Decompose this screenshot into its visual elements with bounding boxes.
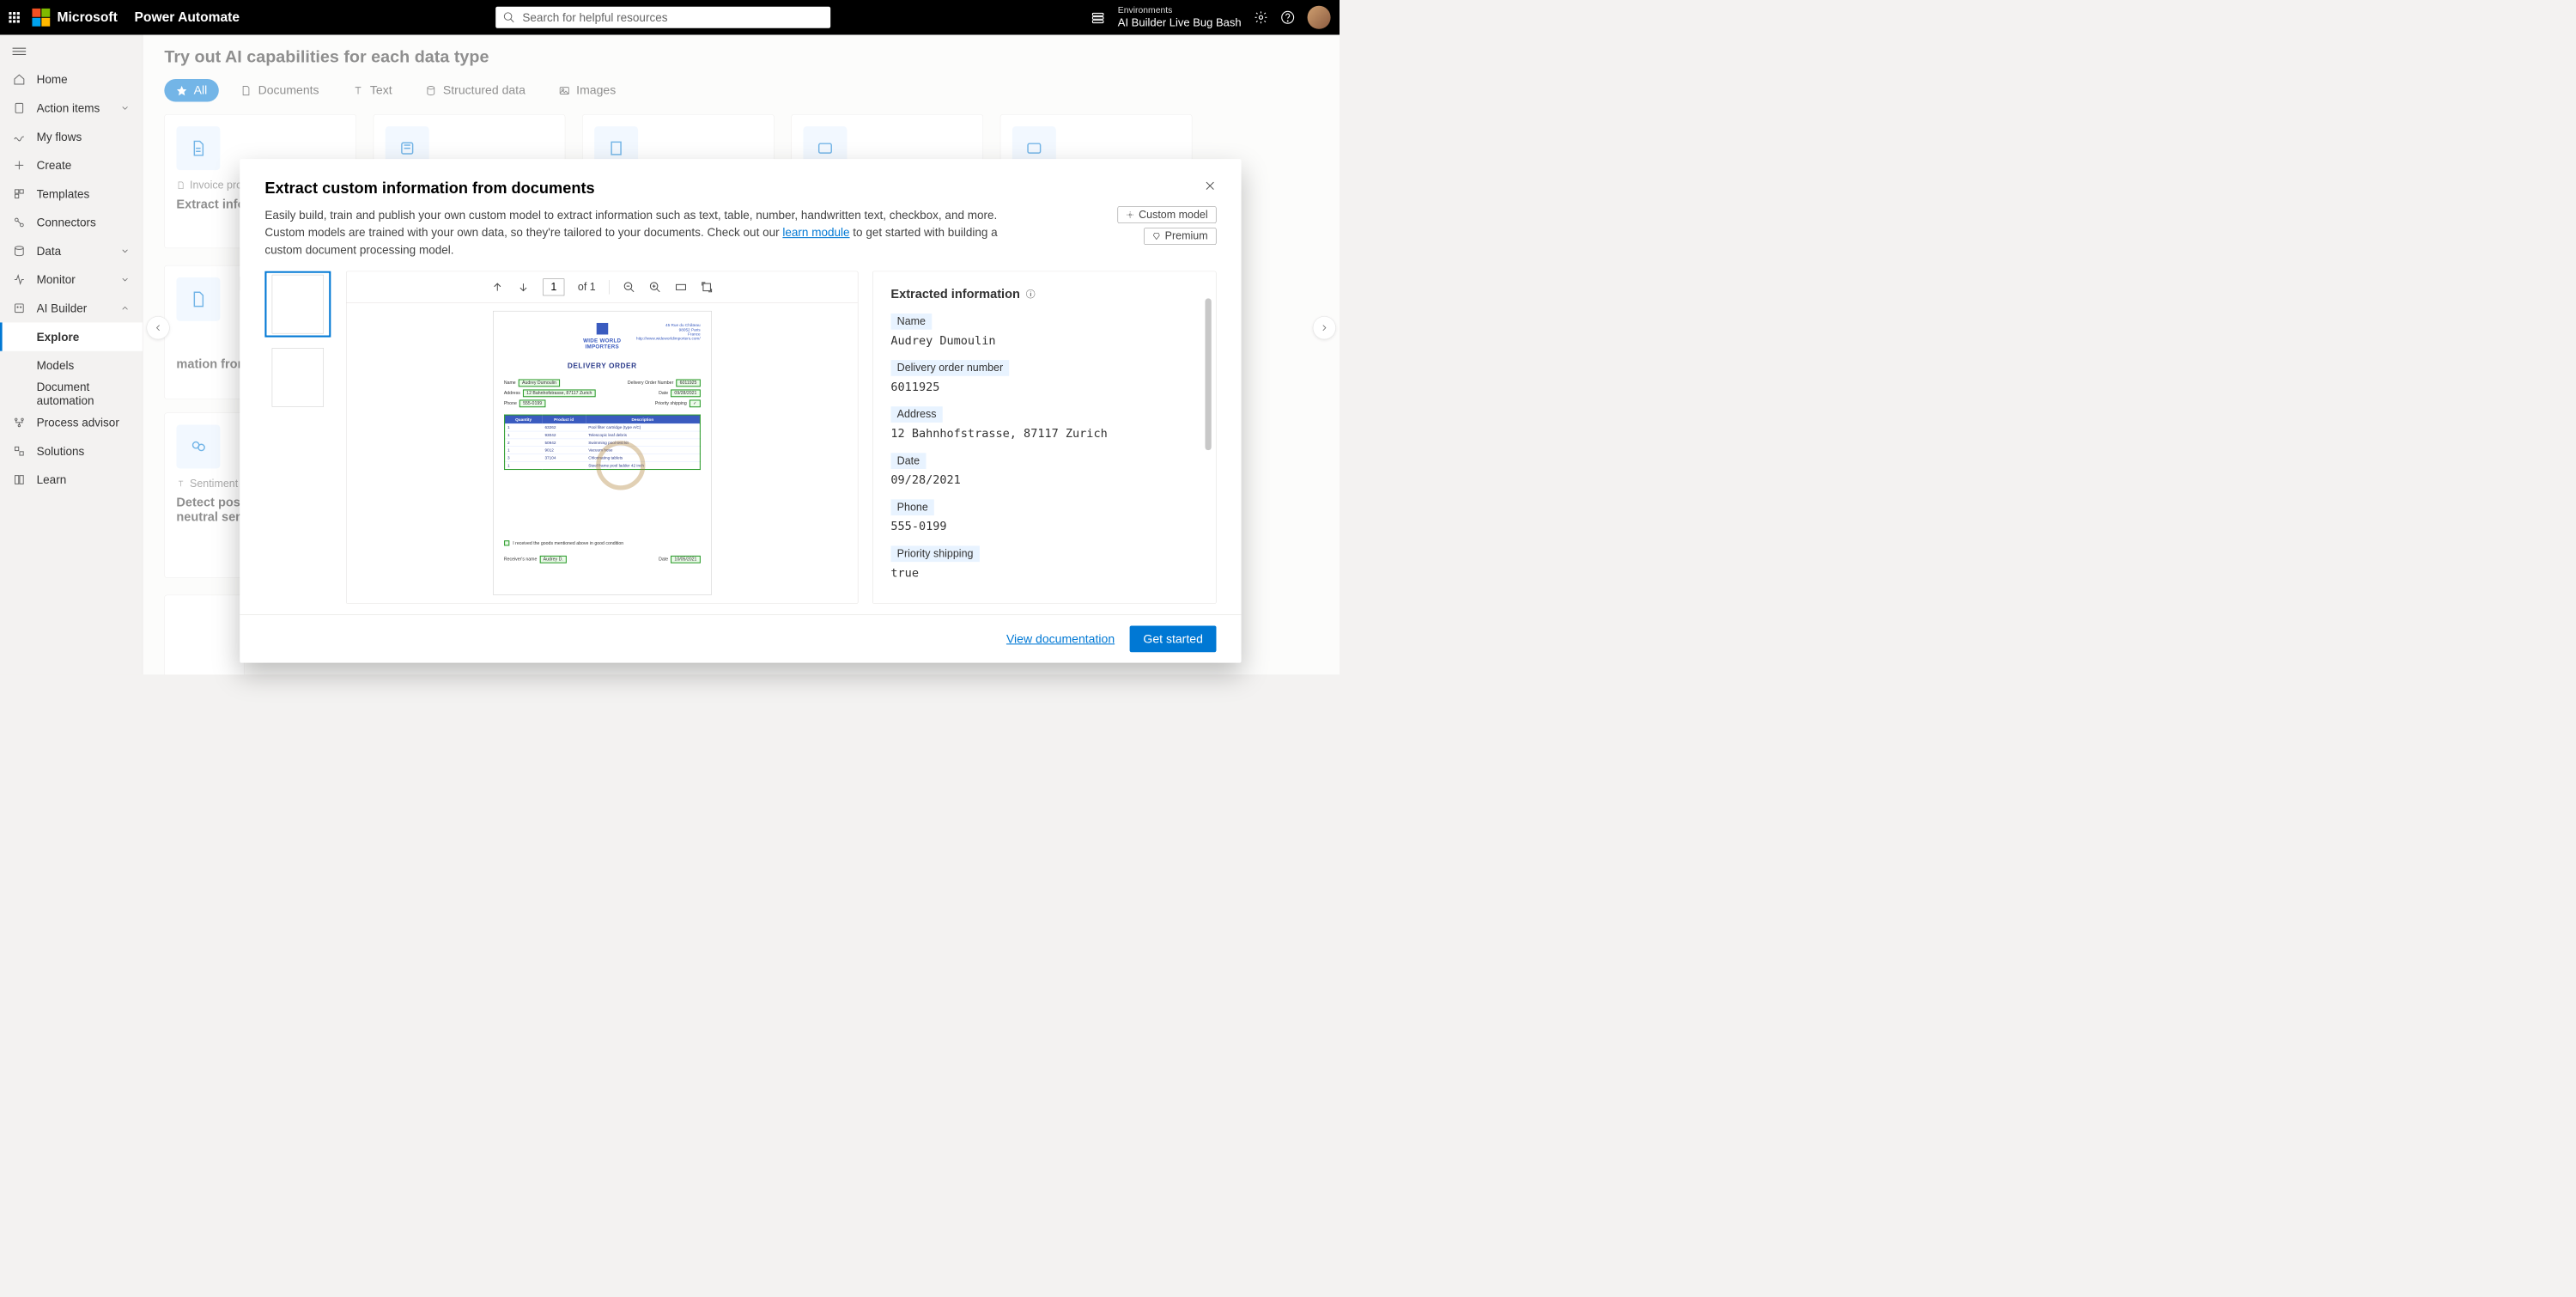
field-delivery-order-number: Delivery order number6011925 <box>890 360 1216 394</box>
document-viewer: of 1 45 Rue du Château 98052 Paris Franc… <box>346 271 858 604</box>
zoom-in-icon[interactable] <box>649 281 662 294</box>
nav-ai-builder[interactable]: AI Builder <box>0 294 143 322</box>
nav-home[interactable]: Home <box>0 65 143 94</box>
extracted-panel: Extracted information i NameAudrey Dumou… <box>872 271 1216 604</box>
learn-module-link[interactable]: learn module <box>782 226 849 240</box>
prev-page-icon[interactable] <box>491 281 504 294</box>
app-launcher-icon[interactable] <box>9 12 19 22</box>
field-date: Date09/28/2021 <box>890 453 1216 487</box>
nav-my-flows[interactable]: My flows <box>0 122 143 150</box>
nav-action-items[interactable]: Action items <box>0 94 143 122</box>
product-name: Power Automate <box>135 9 240 25</box>
nav-doc-automation[interactable]: Document automation <box>0 380 143 408</box>
microsoft-logo <box>32 9 50 27</box>
field-priority-shipping: Priority shippingtrue <box>890 545 1216 580</box>
modal-description: Easily build, train and publish your own… <box>240 206 1025 271</box>
field-name: NameAudrey Dumoulin <box>890 314 1216 348</box>
nav-connectors[interactable]: Connectors <box>0 208 143 236</box>
fit-width-icon[interactable] <box>675 281 688 294</box>
nav-learn[interactable]: Learn <box>0 466 143 494</box>
avatar[interactable] <box>1308 6 1331 29</box>
modal-title: Extract custom information from document… <box>264 180 1216 198</box>
field-address: Address12 Bahnhofstrasse, 87117 Zurich <box>890 406 1216 441</box>
extracted-heading: Extracted information i <box>890 287 1216 301</box>
get-started-button[interactable]: Get started <box>1130 626 1217 653</box>
nav-templates[interactable]: Templates <box>0 180 143 208</box>
nav-data[interactable]: Data <box>0 237 143 265</box>
page-total: of 1 <box>578 281 596 294</box>
premium-badge: Premium <box>1144 228 1216 245</box>
custom-model-badge: Custom model <box>1118 206 1217 223</box>
close-button[interactable] <box>1204 180 1217 194</box>
view-documentation-link[interactable]: View documentation <box>1006 632 1115 646</box>
nav-monitor[interactable]: Monitor <box>0 265 143 294</box>
extract-modal: Extract custom information from document… <box>240 159 1241 663</box>
search-box[interactable]: Search for helpful resources <box>495 7 830 28</box>
modal-footer: View documentation Get started <box>240 615 1241 663</box>
page-thumbnails <box>264 271 331 604</box>
field-phone: Phone555-0199 <box>890 499 1216 533</box>
nav-models[interactable]: Models <box>0 351 143 380</box>
environments-icon[interactable] <box>1091 10 1106 25</box>
zoom-out-icon[interactable] <box>623 281 635 294</box>
document-page[interactable]: 45 Rue du Château 98052 Paris France htt… <box>493 311 712 595</box>
scrollbar[interactable] <box>1205 298 1211 450</box>
nav-explore[interactable]: Explore <box>0 322 143 350</box>
viewer-toolbar: of 1 <box>347 271 858 302</box>
global-header: Microsoft Power Automate Search for help… <box>0 0 1340 35</box>
nav-solutions[interactable]: Solutions <box>0 437 143 466</box>
settings-icon[interactable] <box>1254 10 1268 25</box>
info-icon[interactable]: i <box>1026 289 1035 298</box>
help-icon[interactable] <box>1280 10 1295 25</box>
thumbnail-2[interactable] <box>264 344 331 411</box>
nav-create[interactable]: Create <box>0 151 143 180</box>
page-number-input[interactable] <box>543 278 564 295</box>
fit-page-icon[interactable] <box>701 281 714 294</box>
left-nav: Home Action items My flows Create Templa… <box>0 35 143 675</box>
thumbnail-1[interactable] <box>264 271 331 338</box>
nav-collapse-button[interactable] <box>0 38 143 65</box>
search-placeholder: Search for helpful resources <box>522 10 667 24</box>
environment-picker[interactable]: Environments AI Builder Live Bug Bash <box>1118 5 1242 30</box>
nav-process-advisor[interactable]: Process advisor <box>0 408 143 436</box>
next-page-icon[interactable] <box>517 281 530 294</box>
ms-name: Microsoft <box>58 9 118 25</box>
